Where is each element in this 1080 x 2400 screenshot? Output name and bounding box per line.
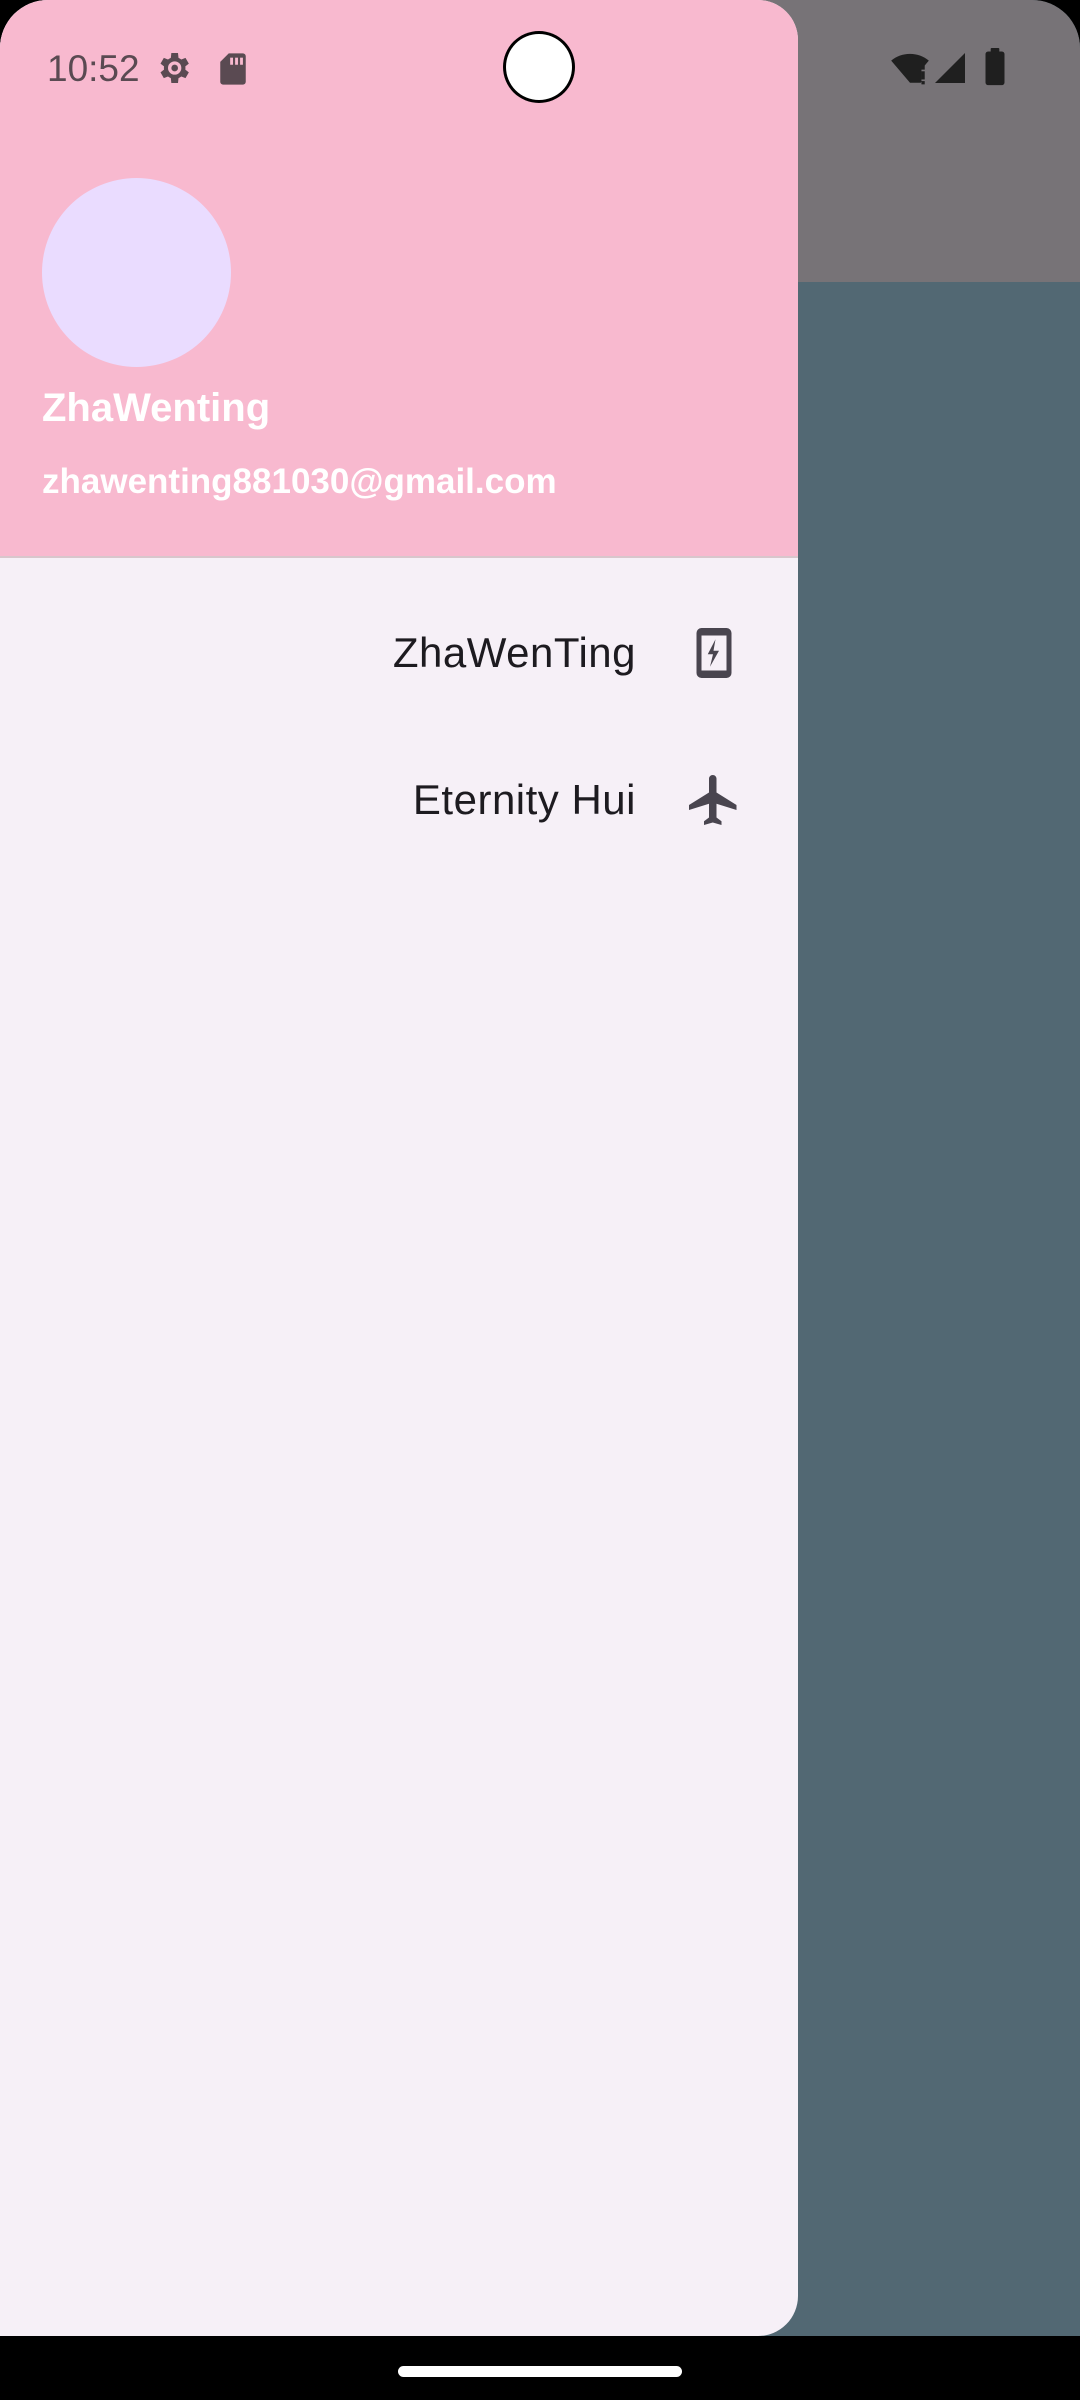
account-name: ZhaWenting — [42, 386, 271, 430]
drawer-item-zhawenting[interactable]: ZhaWenTing — [0, 588, 798, 718]
system-navigation-bar — [0, 2336, 1080, 2400]
account-email: zhawenting881030@gmail.com — [42, 462, 557, 501]
cellular-signal-icon — [932, 50, 968, 91]
account-avatar[interactable] — [42, 178, 231, 367]
phone-charging-icon — [684, 623, 744, 683]
battery-icon — [984, 48, 1006, 91]
drawer-item-label: Eternity Hui — [412, 776, 636, 823]
settings-gear-icon — [153, 48, 193, 93]
home-gesture-handle[interactable] — [398, 2366, 682, 2377]
navigation-drawer: ZhaWenting zhawenting881030@gmail.com Zh… — [0, 0, 798, 2336]
status-time: 10:52 — [47, 48, 140, 89]
sd-card-icon — [218, 52, 248, 91]
drawer-item-label: ZhaWenTing — [392, 629, 636, 676]
front-camera-cutout — [506, 34, 572, 100]
drawer-item-eternity-hui[interactable]: Eternity Hui — [0, 735, 798, 865]
status-bar: 10:52 — [0, 0, 1080, 140]
airplane-icon — [684, 770, 744, 830]
app-screen: ZhaWenting zhawenting881030@gmail.com Zh… — [0, 0, 1080, 2336]
wifi-alert-icon — [890, 50, 930, 91]
